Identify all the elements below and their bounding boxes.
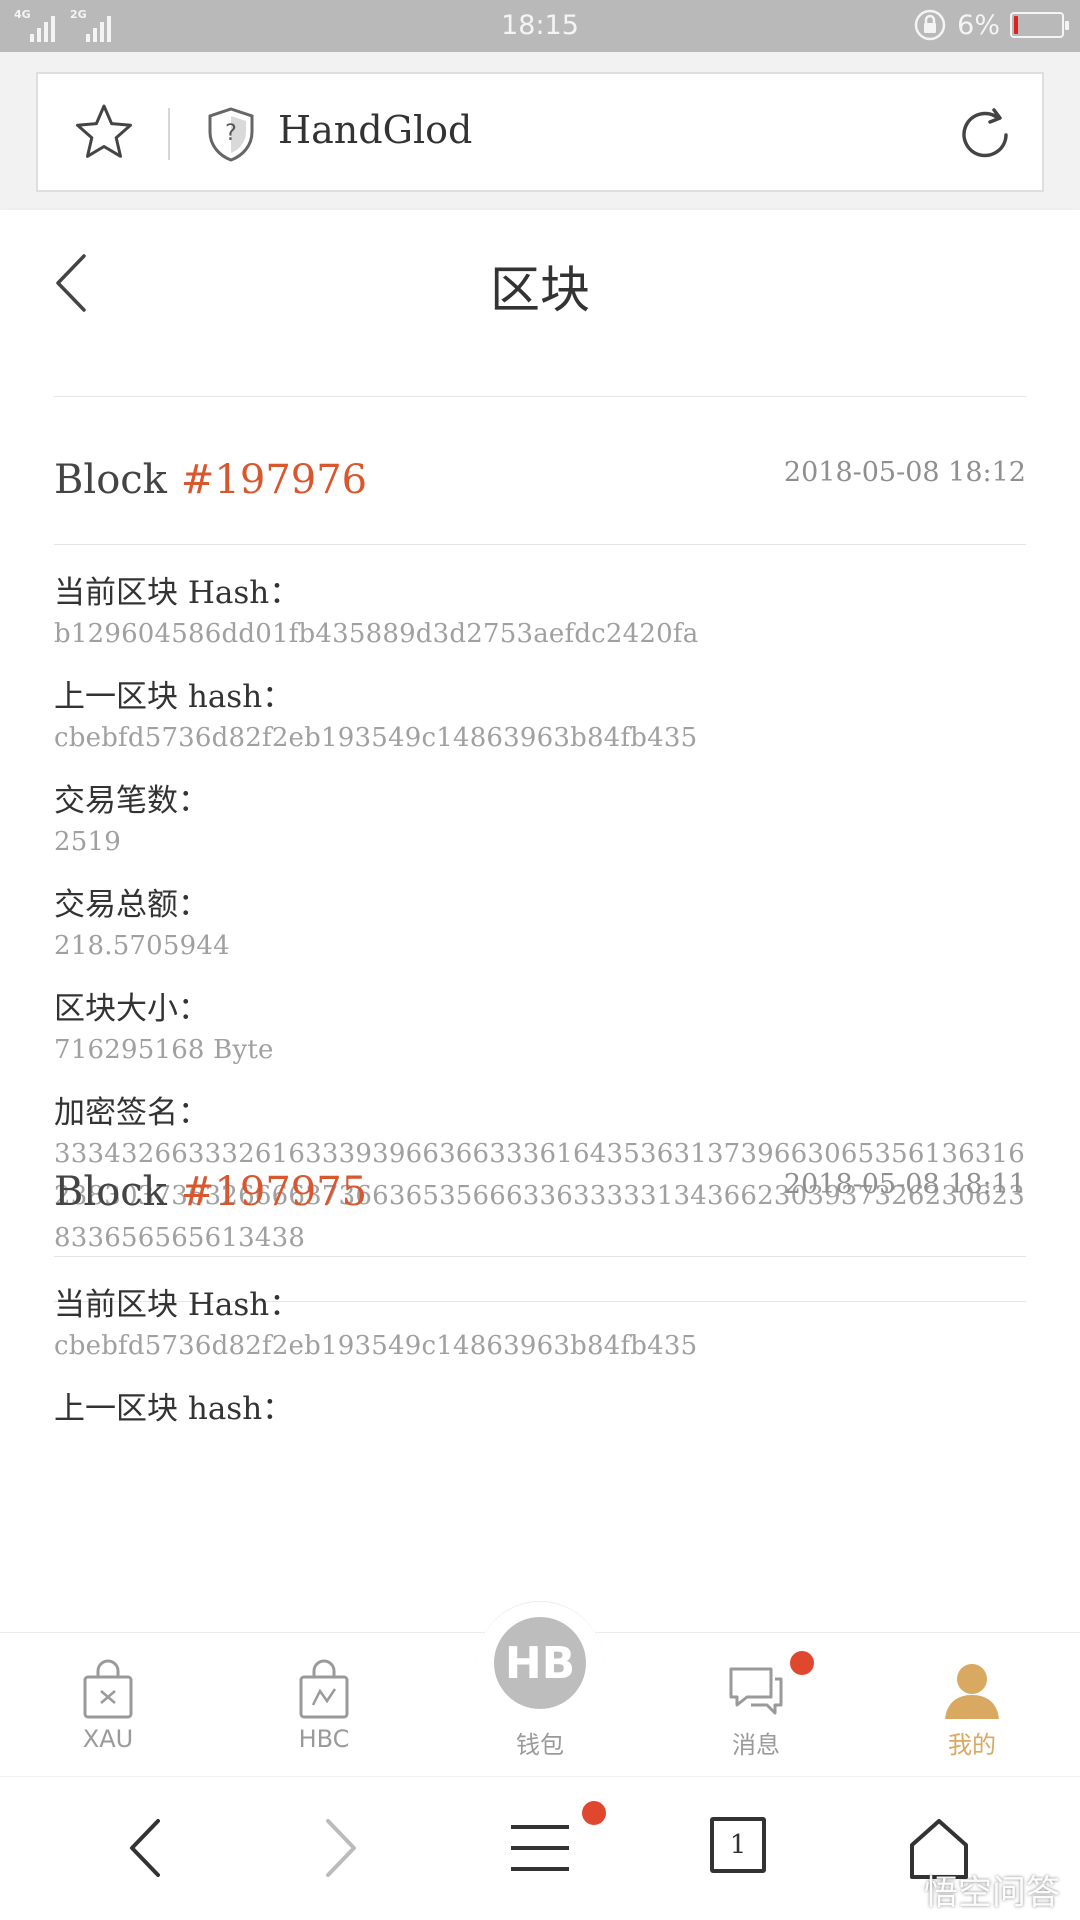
bag-chart-icon [299,1659,349,1719]
tab-count-button[interactable]: 1 [710,1817,766,1873]
field-label: 交易笔数： [54,783,209,819]
status-right: 6% [913,8,1069,42]
battery-fill [1014,16,1018,34]
svg-text:?: ? [225,121,237,146]
block-number: #197976 [180,457,368,503]
field-label: 上一区块 hash： [54,1391,294,1427]
bottom-tab-bar: XAU HBC 钱包 HB 消息 我的 [0,1601,1080,1777]
block-heading: Block #197976 [54,457,367,503]
tab-label: 消息 [732,1731,780,1759]
block-card-header: Block #197976 2018-05-08 18:12 [54,397,1026,545]
shield-question-icon[interactable]: ? [206,106,256,162]
block-label: Block [54,1169,167,1215]
block-list[interactable]: Block #197976 2018-05-08 18:12 当前区块 Hash：… [0,354,1080,1632]
browser-nav-bar: 1 悟空问答 [0,1776,1080,1920]
field-current-hash: 当前区块 Hash： cbebfd5736d82f2eb193549c14863… [54,1257,1026,1367]
chat-icon [729,1667,783,1715]
watermark-text: 悟空问答 [924,1873,1060,1913]
tab-messages[interactable]: 消息 [648,1633,864,1777]
battery-icon [1010,12,1069,38]
field-previous-hash: 上一区块 hash： [54,1361,1026,1429]
url-divider [168,108,170,160]
block-label: Block [54,457,167,503]
hb-logo-icon[interactable]: HB [494,1617,586,1709]
user-icon [945,1664,999,1719]
browser-address-bar: ? HandGlod [0,52,1080,210]
back-arrow-icon[interactable] [110,1813,180,1883]
tab-label: 钱包 [516,1731,564,1759]
battery-percent: 6% [957,9,1000,41]
url-title[interactable]: HandGlod [278,108,472,152]
block-card[interactable]: Block #197975 2018-05-08 18:11 当前区块 Hash：… [54,1109,1026,1429]
field-tx-count: 交易笔数： 2519 [54,753,1026,863]
watermark: 悟空问答 [874,1865,1060,1914]
block-card-header: Block #197975 2018-05-08 18:11 [54,1109,1026,1257]
tab-me[interactable]: 我的 [864,1633,1080,1777]
field-label: 区块大小： [54,991,209,1027]
star-icon[interactable] [74,102,134,162]
block-timestamp: 2018-05-08 18:11 [783,1169,1026,1200]
tab-hbc[interactable]: HBC [216,1633,432,1777]
notification-badge [790,1651,814,1675]
page-title: 区块 [490,261,590,319]
field-current-hash: 当前区块 Hash： b129604586dd01fb435889d3d2753… [54,545,1026,655]
block-timestamp: 2018-05-08 18:12 [783,457,1026,488]
wukong-logo-icon [874,1875,918,1904]
url-box[interactable]: ? HandGlod [36,72,1044,192]
menu-icon[interactable] [505,1813,575,1883]
field-block-size: 区块大小： 716295168 Byte [54,961,1026,1071]
reload-icon[interactable] [954,104,1016,166]
block-heading: Block #197975 [54,1169,367,1215]
tab-label: 我的 [948,1731,996,1759]
forward-arrow-icon[interactable] [306,1813,376,1883]
field-label: 上一区块 hash： [54,679,294,715]
field-label: 当前区块 Hash： [54,1287,301,1323]
tab-label: XAU [82,1725,134,1753]
field-previous-hash: 上一区块 hash： cbebfd5736d82f2eb193549c14863… [54,649,1026,759]
rotation-lock-icon [914,9,946,41]
status-bar: 4G 2G 18:15 6% [0,0,1080,52]
field-label: 交易总额： [54,887,209,923]
tab-xau[interactable]: XAU [0,1633,216,1777]
menu-badge [582,1801,606,1825]
field-tx-total: 交易总额： 218.5705944 [54,857,1026,967]
field-label: 当前区块 Hash： [54,575,301,611]
tab-label: HBC [298,1725,350,1753]
page-header: 区块 [0,210,1080,354]
bag-x-icon [83,1659,133,1719]
block-number: #197975 [180,1169,368,1215]
